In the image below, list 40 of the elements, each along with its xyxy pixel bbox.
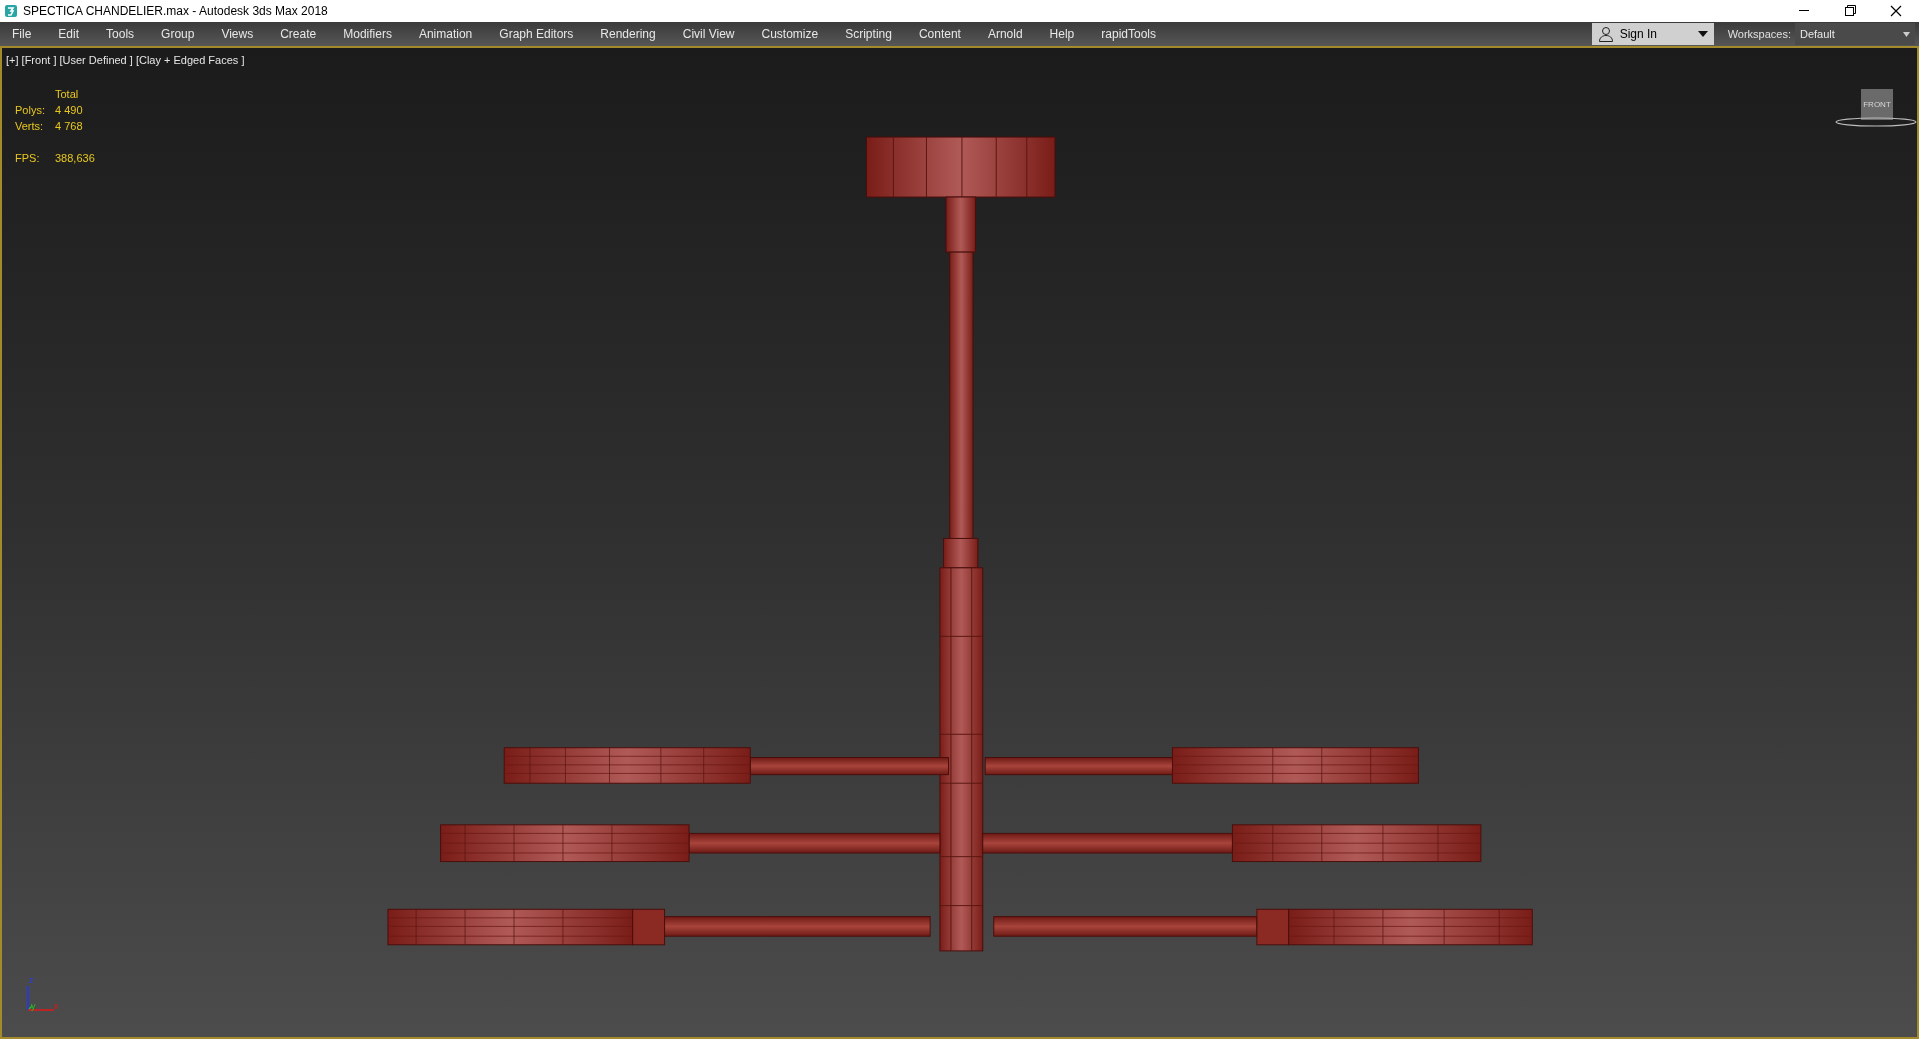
dropdown-arrow-icon xyxy=(1903,31,1910,37)
window-title: SPECTICA CHANDELIER.max - Autodesk 3ds Max 2018 xyxy=(23,3,328,20)
app-icon xyxy=(4,4,18,18)
stat-label: Verts: xyxy=(15,120,45,132)
menu-item[interactable]: Edit xyxy=(58,25,80,43)
viewport-label[interactable]: [+] [Front ] [User Defined ] [Clay + Edged Faces ] xyxy=(6,52,245,69)
menu-item[interactable]: Group xyxy=(161,25,195,43)
stat-value: 4 768 xyxy=(55,120,84,132)
menu-item[interactable]: Scripting xyxy=(845,25,892,43)
menu-item[interactable]: Graph Editors xyxy=(499,25,574,43)
workspaces-dropdown[interactable]: Default xyxy=(1795,23,1915,45)
menu-item[interactable]: Customize xyxy=(761,25,819,43)
menu-item[interactable]: Tools xyxy=(106,25,135,43)
x-axis-label: x xyxy=(54,1002,59,1011)
sign-in-button[interactable]: Sign In xyxy=(1591,23,1714,45)
viewport[interactable]: [+] [Front ] [User Defined ] [Clay + Edged Faces ] Total Polys: 4 490 Verts: 4 768 FPS: 388,636 FRONT y x z xyxy=(0,46,1919,1039)
stat-value: 388,636 xyxy=(55,152,95,164)
menu-item[interactable]: Civil View xyxy=(682,25,735,43)
stat-label: Polys: xyxy=(15,104,46,116)
viewcube-ring-icon[interactable] xyxy=(1835,116,1917,128)
menu-item[interactable]: Arnold xyxy=(987,25,1023,43)
menu-item[interactable]: Create xyxy=(280,25,317,43)
menu-item[interactable]: rapidTools xyxy=(1101,25,1156,43)
menu-item[interactable]: Animation xyxy=(418,25,473,43)
menu-item[interactable]: Help xyxy=(1049,25,1075,43)
stats-header: Total xyxy=(55,88,80,100)
user-icon xyxy=(1597,26,1614,42)
menu-item[interactable]: Content xyxy=(918,25,961,43)
menu-item[interactable]: Views xyxy=(221,25,254,43)
viewcube-label: FRONT xyxy=(1863,98,1891,111)
stat-value: 4 490 xyxy=(55,104,84,116)
menu-item[interactable]: Rendering xyxy=(600,25,656,43)
stat-label: FPS: xyxy=(15,152,41,164)
y-axis-label: y xyxy=(31,1002,36,1011)
menu-item[interactable]: Modifiers xyxy=(343,25,392,43)
dropdown-arrow-icon xyxy=(1697,31,1708,37)
z-axis-label: z xyxy=(29,976,34,985)
menu-item[interactable]: File xyxy=(12,25,32,43)
workspaces-label: Workspaces: xyxy=(1727,26,1791,42)
viewcube[interactable]: FRONT xyxy=(1861,89,1893,120)
